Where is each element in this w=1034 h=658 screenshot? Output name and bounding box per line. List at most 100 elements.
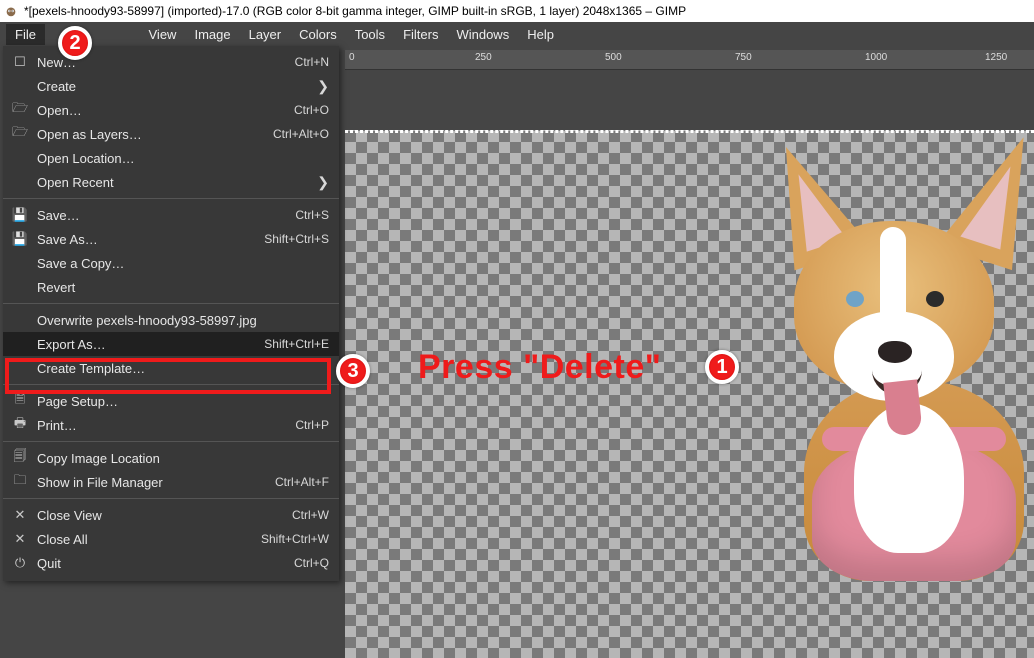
- new-icon: ☐: [11, 54, 29, 70]
- menu-item-label: Save…: [37, 208, 295, 223]
- menu-item-label: Save a Copy…: [37, 256, 329, 271]
- menu-separator: [3, 498, 339, 499]
- menu-item-accel: Shift+Ctrl+S: [264, 232, 329, 246]
- menu-item-accel: Shift+Ctrl+E: [264, 337, 329, 351]
- menu-overwrite[interactable]: Overwrite pexels-hnoody93-58997.jpg: [3, 308, 339, 332]
- window-titlebar: *[pexels-hnoody93-58997] (imported)-17.0…: [0, 0, 1034, 22]
- menu-layer[interactable]: Layer: [240, 24, 291, 45]
- menu-colors[interactable]: Colors: [290, 24, 346, 45]
- menu-close-all[interactable]: ✕ Close All Shift+Ctrl+W: [3, 527, 339, 551]
- menu-item-label: Create: [37, 79, 309, 94]
- menu-quit[interactable]: ⏻ Quit Ctrl+Q: [3, 551, 339, 575]
- menu-item-accel: Ctrl+S: [295, 208, 329, 222]
- menu-item-label: Print…: [37, 418, 295, 433]
- gimp-app-icon: [4, 4, 18, 18]
- menu-open[interactable]: 🗁 Open… Ctrl+O: [3, 98, 339, 122]
- ruler-horizontal: 0 250 500 750 1000 1250: [345, 50, 1034, 70]
- quit-icon: ⏻: [11, 555, 29, 571]
- badge-number: 3: [347, 360, 358, 383]
- menu-item-accel: Ctrl+Alt+F: [275, 475, 329, 489]
- ruler-tick: 250: [475, 52, 492, 63]
- menu-open-as-layers[interactable]: 🗁 Open as Layers… Ctrl+Alt+O: [3, 122, 339, 146]
- menu-item-accel: Shift+Ctrl+W: [261, 532, 329, 546]
- ruler-tick: 0: [349, 52, 355, 63]
- ruler-tick: 1000: [865, 52, 887, 63]
- save-as-icon: 💾: [11, 231, 29, 247]
- open-icon: 🗁: [11, 99, 29, 121]
- annotation-badge-1: 1: [705, 350, 739, 384]
- menu-show-in-file-manager[interactable]: 🗀 Show in File Manager Ctrl+Alt+F: [3, 470, 339, 494]
- save-icon: 💾: [11, 207, 29, 223]
- menu-save-copy[interactable]: Save a Copy…: [3, 251, 339, 275]
- menu-export-as[interactable]: Export As… Shift+Ctrl+E: [3, 332, 339, 356]
- menu-item-label: Revert: [37, 280, 329, 295]
- ruler-tick: 500: [605, 52, 622, 63]
- ruler-tick: 1250: [985, 52, 1007, 63]
- annotation-badge-2: 2: [58, 26, 92, 60]
- menu-revert[interactable]: Revert: [3, 275, 339, 299]
- menu-filters[interactable]: Filters: [394, 24, 447, 45]
- menu-help[interactable]: Help: [518, 24, 563, 45]
- badge-number: 1: [716, 356, 727, 379]
- menu-open-recent[interactable]: Open Recent ❯: [3, 170, 339, 194]
- menu-item-accel: Ctrl+P: [295, 418, 329, 432]
- annotation-badge-3: 3: [336, 354, 370, 388]
- canvas[interactable]: [345, 130, 1034, 658]
- annotation-text-press-delete: Press "Delete": [418, 348, 661, 387]
- submenu-arrow-icon: ❯: [309, 174, 329, 191]
- menu-item-label: Open as Layers…: [37, 127, 273, 142]
- menu-item-accel: Ctrl+O: [294, 103, 329, 117]
- menu-item-label: Open…: [37, 103, 294, 118]
- menu-item-accel: Ctrl+W: [292, 508, 329, 522]
- submenu-arrow-icon: ❯: [309, 78, 329, 95]
- menu-new[interactable]: ☐ New… Ctrl+N: [3, 50, 339, 74]
- menu-item-label: Overwrite pexels-hnoody93-58997.jpg: [37, 313, 329, 328]
- menu-separator: [3, 198, 339, 199]
- menu-print[interactable]: 🖶 Print… Ctrl+P: [3, 413, 339, 437]
- image-subject-dog: [754, 141, 1034, 561]
- menu-windows[interactable]: Windows: [447, 24, 518, 45]
- menu-item-label: Close View: [37, 508, 292, 523]
- menu-open-location[interactable]: Open Location…: [3, 146, 339, 170]
- ruler-tick: 750: [735, 52, 752, 63]
- menu-item-accel: Ctrl+Q: [294, 556, 329, 570]
- menu-item-label: Quit: [37, 556, 294, 571]
- menu-item-label: Copy Image Location: [37, 451, 329, 466]
- copy-icon: 🗐: [11, 447, 29, 469]
- menu-item-label: Show in File Manager: [37, 475, 275, 490]
- menu-item-accel: Ctrl+Alt+O: [273, 127, 329, 141]
- file-menu-dropdown: ☐ New… Ctrl+N Create ❯ 🗁 Open… Ctrl+O 🗁 …: [3, 46, 339, 581]
- menu-tools[interactable]: Tools: [346, 24, 394, 45]
- print-icon: 🖶: [11, 414, 29, 436]
- menu-image[interactable]: Image: [185, 24, 239, 45]
- menu-item-label: Close All: [37, 532, 261, 547]
- menu-copy-image-location[interactable]: 🗐 Copy Image Location: [3, 446, 339, 470]
- close-all-icon: ✕: [11, 531, 29, 547]
- menu-item-label: Export As…: [37, 337, 264, 352]
- folder-icon: 🗀: [11, 471, 29, 493]
- menu-item-label: Page Setup…: [37, 394, 329, 409]
- menu-separator: [3, 441, 339, 442]
- menu-item-label: Save As…: [37, 232, 264, 247]
- menu-item-accel: Ctrl+N: [295, 55, 329, 69]
- menu-create-template[interactable]: Create Template…: [3, 356, 339, 380]
- menu-create[interactable]: Create ❯: [3, 74, 339, 98]
- window-title: *[pexels-hnoody93-58997] (imported)-17.0…: [24, 4, 686, 18]
- menu-close-view[interactable]: ✕ Close View Ctrl+W: [3, 503, 339, 527]
- menu-file[interactable]: File: [6, 24, 45, 45]
- menu-save[interactable]: 💾 Save… Ctrl+S: [3, 203, 339, 227]
- menu-page-setup[interactable]: 🗎 Page Setup…: [3, 389, 339, 413]
- menu-separator: [3, 384, 339, 385]
- badge-number: 2: [69, 32, 80, 55]
- close-icon: ✕: [11, 507, 29, 523]
- menu-separator: [3, 303, 339, 304]
- menu-save-as[interactable]: 💾 Save As… Shift+Ctrl+S: [3, 227, 339, 251]
- open-layers-icon: 🗁: [11, 123, 29, 145]
- menu-item-label: Open Recent: [37, 175, 309, 190]
- menu-item-label: Open Location…: [37, 151, 329, 166]
- menubar: File Edit Select View Image Layer Colors…: [0, 22, 1034, 46]
- selection-marching-ants: [345, 131, 1034, 133]
- menu-item-label: Create Template…: [37, 361, 329, 376]
- page-setup-icon: 🗎: [11, 390, 29, 412]
- menu-view[interactable]: View: [140, 24, 186, 45]
